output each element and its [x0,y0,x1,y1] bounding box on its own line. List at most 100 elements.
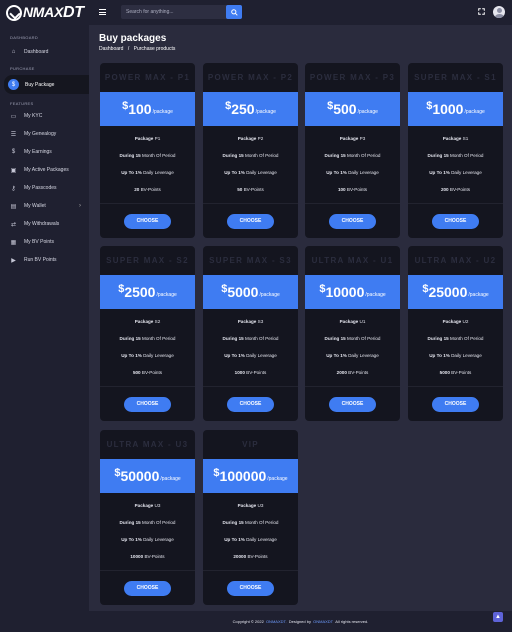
package-code: Package U2 [408,319,503,324]
package-word: Package [237,136,257,141]
package-code-value: U3 [257,503,264,508]
upto-suffix: Daily Leverage [143,353,174,358]
package-word: Package [339,319,359,324]
package-code-value: S3 [257,319,264,324]
bv-value: 2000 [336,370,347,375]
sidebar-item-active-packages[interactable]: ▣ My Active Packages [0,161,89,179]
breadcrumb-home[interactable]: Dashboard [99,46,123,52]
sidebar-item-label: My Withdrawals [24,221,60,227]
choose-button[interactable]: CHOOSE [329,396,376,412]
choose-button[interactable]: CHOOSE [432,213,479,229]
package-word: Package [339,136,359,141]
during-number: 15 [238,520,244,525]
package-card: SUPER MAX - S2 $2500/package Package S2 Dur… [100,246,195,421]
package-word: Package [442,136,462,141]
package-card: VIP $100000/package Package U3 During 15 Mo… [203,430,298,605]
key-icon: ⚷ [11,185,16,192]
back-to-top-button[interactable]: ▲ [493,612,503,622]
price-amount: 5000 [227,284,259,300]
search-button[interactable] [226,5,242,19]
hamburger-menu-icon[interactable] [99,9,106,15]
sidebar-item-bv-points[interactable]: ▦ My BV Points [0,233,89,251]
footer-designer-link[interactable]: ONMAXDT [313,619,333,624]
card-footer: CHOOSE [100,386,195,421]
sidebar-item-label: My Earnings [24,149,52,155]
during-prefix: During [427,153,443,158]
upto-number: 1% [135,353,142,358]
package-name: POWER MAX - P2 [207,73,294,82]
sidebar-item-label: My Genealogy [24,131,57,137]
choose-button[interactable]: CHOOSE [227,580,274,596]
duration-feature: During 15 Month Of Period [203,336,298,341]
bv-value: 20000 [233,554,247,559]
sidebar-item-dashboard[interactable]: ⌂ Dashboard [0,43,89,61]
sidebar-item-buy-package[interactable]: $ Buy Package [4,75,89,94]
upto-prefix: Up To [429,353,442,358]
choose-button[interactable]: CHOOSE [227,213,274,229]
package-code-value: S2 [154,319,161,324]
footer-brand-link[interactable]: ONMAXDT. [266,619,287,624]
price-suffix: /package [152,109,173,115]
upto-suffix: Daily Leverage [143,170,174,175]
upto-prefix: Up To [121,353,134,358]
choose-button[interactable]: CHOOSE [124,213,171,229]
topbar [89,0,512,25]
choose-button[interactable]: CHOOSE [124,396,171,412]
package-code-value: U2 [462,319,469,324]
upto-suffix: Daily Leverage [143,537,174,542]
bv-suffix: BV-Points [348,370,369,375]
package-price: $25000/package [408,275,503,309]
fullscreen-icon[interactable] [478,8,485,15]
sidebar-item-label: My BV Points [24,239,55,245]
choose-button[interactable]: CHOOSE [329,213,376,229]
during-suffix: Month Of Period [142,520,176,525]
footer-prefix: Copyright © 2022 [232,619,264,624]
choose-button[interactable]: CHOOSE [124,580,171,596]
search-icon [230,8,238,16]
sidebar-item-wallet[interactable]: ▤ My Wallet › [0,197,89,215]
during-number: 15 [443,153,449,158]
chevron-right-icon: › [79,203,81,209]
logo-icon [6,4,22,21]
bv-feature: 20 BV-Points [100,187,195,192]
brand-logo[interactable]: NMAXDT [0,0,89,25]
package-code: Package S3 [203,319,298,324]
sidebar-item-withdrawals[interactable]: ⇄ My Withdrawals [0,215,89,233]
card-footer: CHOOSE [203,203,298,238]
sidebar-item-genealogy[interactable]: ☰ My Genealogy [0,125,89,143]
bv-suffix: BV-Points [141,370,163,375]
leverage-feature: Up To 1% Daily Leverage [408,353,503,358]
bv-feature: 1000 BV-Points [203,370,298,375]
bv-value: 500 [132,370,141,375]
choose-button[interactable]: CHOOSE [432,396,479,412]
price-amount: 10000 [325,284,365,300]
sidebar-item-passcodes[interactable]: ⚷ My Passcodes [0,179,89,197]
dollar-icon: $ [11,149,16,155]
bv-feature: 2000 BV-Points [305,370,400,375]
during-suffix: Month Of Period [347,153,381,158]
upto-suffix: Daily Leverage [246,537,277,542]
leverage-feature: Up To 1% Daily Leverage [100,170,195,175]
card-footer: CHOOSE [408,386,503,421]
package-price: $10000/package [305,275,400,309]
choose-button[interactable]: CHOOSE [227,396,274,412]
package-price: $1000/package [408,92,503,126]
upto-suffix: Daily Leverage [348,353,379,358]
bv-suffix: BV-Points [451,370,472,375]
sidebar-item-label: My Wallet [24,203,46,209]
sidebar-item-label: My Active Packages [24,167,69,173]
during-prefix: During [324,153,340,158]
sidebar-item-run-bv-points[interactable]: ▶ Run BV Points [0,251,89,269]
search-input[interactable] [121,5,242,19]
package-word: Package [134,319,154,324]
during-prefix: During [427,336,443,341]
sidebar-item-kyc[interactable]: ▭ My KYC [0,107,89,125]
sidebar-item-earnings[interactable]: $ My Earnings [0,143,89,161]
during-prefix: During [222,153,238,158]
price-amount: 500 [333,101,357,117]
leverage-feature: Up To 1% Daily Leverage [203,170,298,175]
package-card: SUPER MAX - S1 $1000/package Package S1 Dur… [408,63,503,238]
price-amount: 100 [128,101,152,117]
avatar[interactable] [493,6,505,18]
list-icon: ☰ [10,131,17,138]
